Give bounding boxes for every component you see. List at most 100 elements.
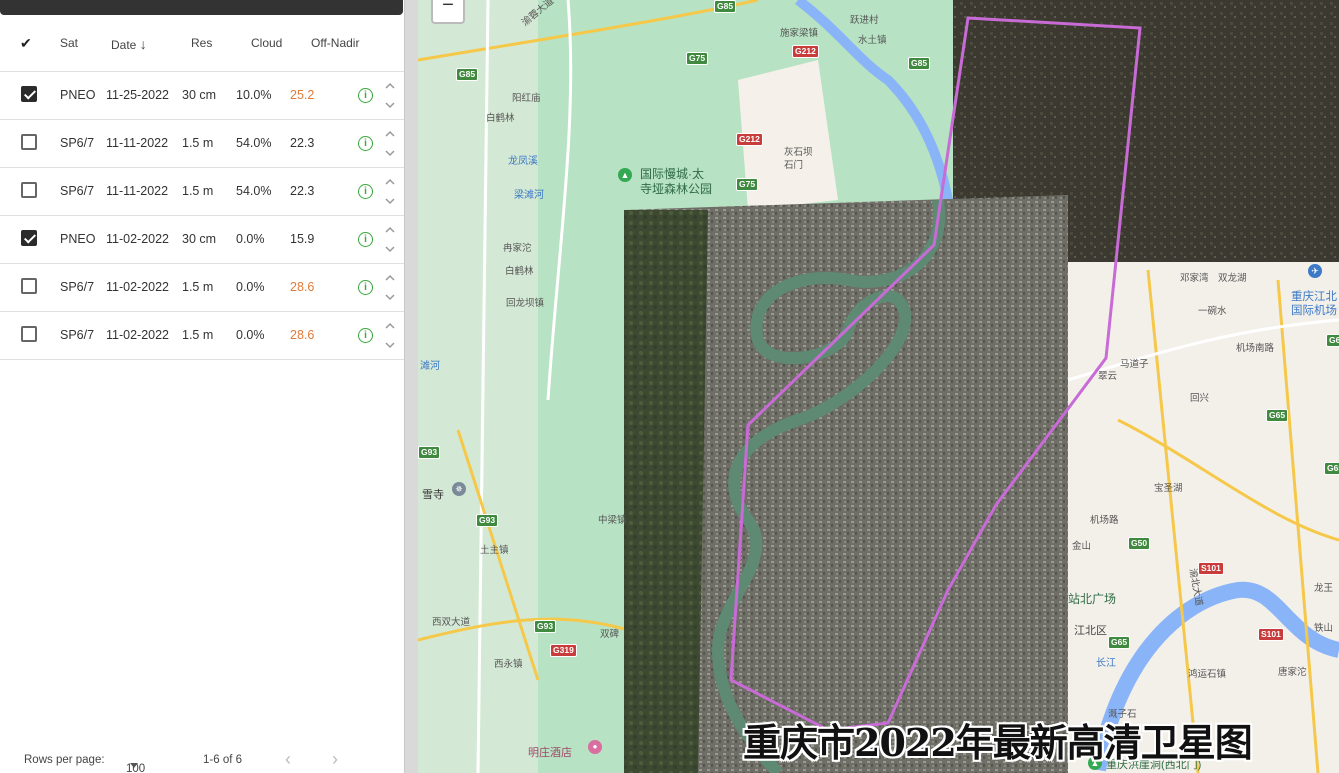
column-res[interactable]: Res [191,36,212,50]
select-all-check[interactable]: ✔ [20,35,32,52]
cell-res: 1.5 m [182,184,214,198]
table-row[interactable]: SP6/7 11-11-2022 1.5 m 54.0% 22.3 i [0,120,404,168]
highway-shield: G319 [550,644,577,657]
cell-res: 30 cm [182,88,217,102]
move-up-icon[interactable] [385,82,395,89]
column-cloud[interactable]: Cloud [251,36,282,50]
info-icon[interactable]: i [358,184,373,199]
map-label: 翠云 [1098,371,1118,382]
map-label: 水土镇 [858,35,887,46]
map-label: 邓家湾 [1180,273,1209,284]
cell-res: 30 cm [182,232,217,246]
map-label: 回龙坝镇 [506,298,545,309]
next-page-button[interactable]: › [332,749,338,770]
move-up-icon[interactable] [385,274,395,281]
map-label: 梁滩河 [514,190,544,201]
reorder-arrows [383,225,397,255]
move-down-icon[interactable] [385,198,395,205]
info-icon[interactable]: i [358,88,373,103]
column-sat[interactable]: Sat [60,36,78,50]
map-label: 白鹤林 [505,266,534,277]
cell-res: 1.5 m [182,328,214,342]
row-checkbox[interactable] [21,326,37,342]
row-checkbox[interactable] [21,278,37,294]
map-label: 国际机场 [1291,305,1337,317]
map-label: 龙王 [1314,583,1334,594]
map-label: 唐家沱 [1278,667,1307,678]
move-down-icon[interactable] [385,294,395,301]
cell-off-nadir: 28.6 [290,280,315,294]
move-up-icon[interactable] [385,130,395,137]
highway-shield: G65 [1266,409,1289,422]
panel-resize-handle[interactable] [404,0,418,773]
map-label: 机场路 [1090,515,1119,526]
move-down-icon[interactable] [385,246,395,253]
cell-sat: SP6/7 [60,328,95,342]
info-icon[interactable]: i [358,232,373,247]
row-checkbox[interactable] [21,230,37,246]
map-label: 回兴 [1190,393,1210,404]
highway-shield: S101 [1198,562,1224,575]
highway-shield: G65 [1324,462,1339,475]
cell-cloud: 0.0% [236,232,265,246]
move-down-icon[interactable] [385,342,395,349]
map-label: 机场南路 [1236,343,1275,354]
cell-date: 11-02-2022 [106,280,170,294]
highway-shield: G6 [1326,334,1339,347]
row-checkbox[interactable] [21,134,37,150]
move-up-icon[interactable] [385,322,395,329]
move-up-icon[interactable] [385,178,395,185]
cell-off-nadir: 28.6 [290,328,315,342]
reorder-arrows [383,129,397,159]
table-row[interactable]: PNEO 11-02-2022 30 cm 0.0% 15.9 i [0,216,404,264]
pagination-range: 1-6 of 6 [203,754,242,766]
table-row[interactable]: SP6/7 11-02-2022 1.5 m 0.0% 28.6 i [0,312,404,360]
cell-cloud: 54.0% [236,184,272,198]
info-icon[interactable]: i [358,328,373,343]
map-label: 雪寺 [422,489,444,501]
column-off-nadir[interactable]: Off-Nadir [311,36,359,50]
column-date-label: Date [111,38,137,52]
move-up-icon[interactable] [385,226,395,233]
table-footer: Rows per page: 100 1-6 of 6 ‹ › [0,745,404,773]
map-label: 站北广场 [1068,592,1117,606]
table-row[interactable]: SP6/7 11-11-2022 1.5 m 54.0% 22.3 i [0,168,404,216]
info-icon[interactable]: i [358,280,373,295]
map-label: 铁山 [1314,623,1334,634]
map-label: 江北区 [1074,625,1107,637]
hotel-pin-icon: ● [588,740,602,754]
map-label: 冉家沱 [503,243,532,254]
highway-shield: G50 [1128,537,1151,550]
zoom-out-button[interactable]: − [431,0,465,24]
panel-top-bar [0,0,403,15]
cell-date: 11-25-2022 [106,88,170,102]
table-row[interactable]: PNEO 11-25-2022 30 cm 10.0% 25.2 i [0,72,404,120]
column-date[interactable]: Date ↓ [111,36,147,52]
highway-shield: G212 [792,45,819,58]
row-checkbox[interactable] [21,86,37,102]
map-label: 双龙湖 [1218,273,1247,284]
cell-sat: SP6/7 [60,184,95,198]
reorder-arrows [383,321,397,351]
move-down-icon[interactable] [385,150,395,157]
prev-page-button[interactable]: ‹ [285,749,291,770]
row-checkbox[interactable] [21,182,37,198]
cell-off-nadir: 22.3 [290,184,315,198]
cell-sat: PNEO [60,88,96,102]
dropdown-caret-icon [130,763,138,768]
map-label: 金山 [1072,541,1092,552]
cell-sat: SP6/7 [60,136,95,150]
cell-off-nadir: 15.9 [290,232,315,246]
map-view[interactable]: − 跃进村 施家梁镇 水土镇 阳红庙 白鹤林 龙凤溪 梁滩河 国际慢城·太 寺垭… [418,0,1339,773]
cell-cloud: 10.0% [236,88,272,102]
table-row[interactable]: SP6/7 11-02-2022 1.5 m 0.0% 28.6 i [0,264,404,312]
map-label: 阳红庙 [512,93,541,104]
move-down-icon[interactable] [385,102,395,109]
map-label: 龙凤溪 [508,156,538,167]
reorder-arrows [383,273,397,303]
table-header: ✔ Sat Date ↓ Res Cloud Off-Nadir [0,27,404,72]
highway-shield: G75 [686,52,709,65]
reorder-arrows [383,177,397,207]
cell-cloud: 54.0% [236,136,272,150]
info-icon[interactable]: i [358,136,373,151]
